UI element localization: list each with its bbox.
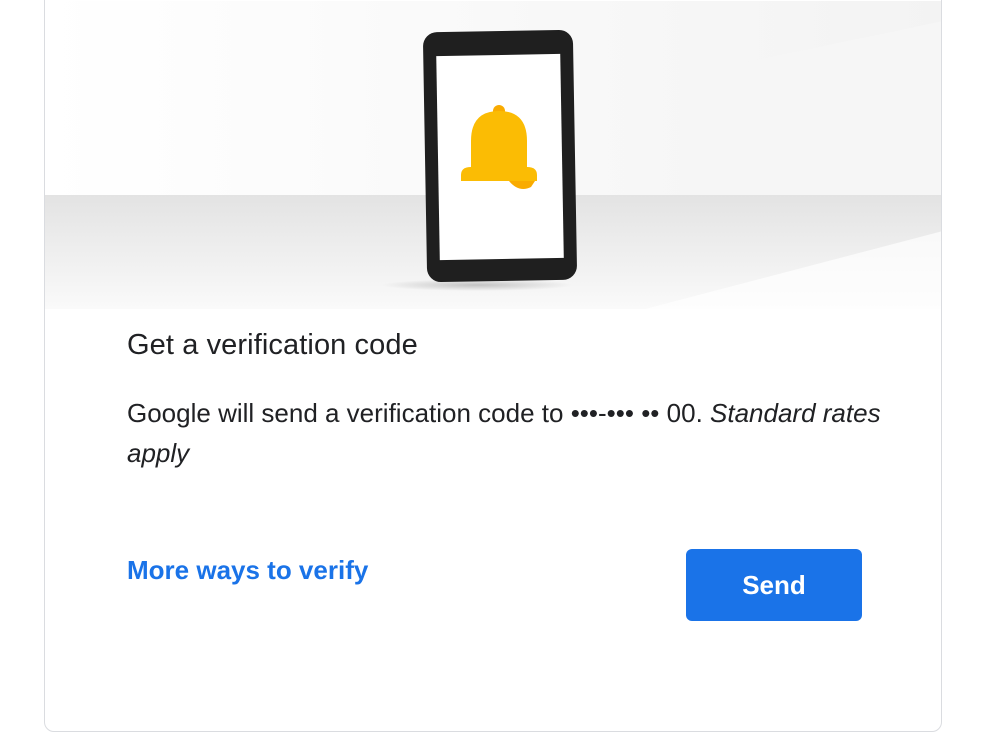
message-period: .: [695, 398, 711, 428]
masked-phone-number: •••-••• •• 00: [570, 398, 696, 428]
message-text: Google will send a verification code to: [127, 398, 571, 428]
phone-bell-illustration: [45, 1, 941, 309]
phone-bell-icon: [45, 1, 941, 309]
page-title: Get a verification code: [127, 329, 418, 361]
verification-card: Get a verification code Google will send…: [44, 0, 942, 732]
send-button[interactable]: Send: [686, 549, 862, 621]
verification-message: Google will send a verification code to …: [127, 393, 887, 473]
more-ways-to-verify-link[interactable]: More ways to verify: [127, 555, 368, 586]
